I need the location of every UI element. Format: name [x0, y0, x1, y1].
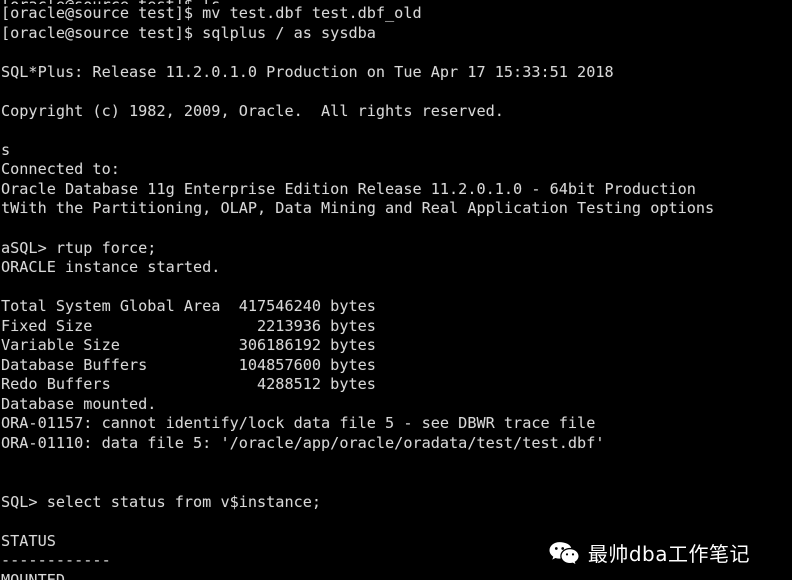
terminal-line: tWith the Partitioning, OLAP, Data Minin… — [1, 199, 715, 218]
terminal-line: Database Buffers 104857600 bytes — [1, 355, 376, 374]
terminal-line: aSQL> rtup force; — [1, 238, 157, 257]
terminal-line: ORA-01110: data file 5: '/oracle/app/ora… — [1, 434, 605, 453]
terminal-line: Redo Buffers 4288512 bytes — [1, 375, 376, 394]
terminal-line: SQL> select status from v$instance; — [1, 492, 322, 511]
terminal-line: [oracle@source test]$ sqlplus / as sysdb… — [1, 23, 376, 42]
terminal-line: Database mounted. — [1, 394, 157, 413]
terminal-line: Copyright (c) 1982, 2009, Oracle. All ri… — [1, 101, 504, 120]
terminal-window[interactable]: [oracle@source test]$ ls[oracle@source t… — [0, 0, 792, 580]
terminal-line: s — [1, 140, 11, 159]
terminal-line: Fixed Size 2213936 bytes — [1, 316, 376, 335]
terminal-line: [oracle@source test]$ mv test.dbf test.d… — [1, 4, 422, 22]
terminal-line: STATUS — [1, 531, 56, 550]
terminal-line: Total System Global Area 417546240 bytes — [1, 297, 376, 316]
terminal-line: MOUNTED — [1, 570, 66, 580]
terminal-line: Oracle Database 11g Enterprise Edition R… — [1, 179, 696, 198]
terminal-line: ------------ — [1, 551, 111, 570]
terminal-line: Variable Size 306186192 bytes — [1, 336, 376, 355]
terminal-line: Connected to: — [1, 160, 120, 179]
terminal-line: SQL*Plus: Release 11.2.0.1.0 Production … — [1, 62, 614, 81]
terminal-line: ORA-01157: cannot identify/lock data fil… — [1, 414, 596, 433]
terminal-output: [oracle@source test]$ ls[oracle@source t… — [0, 0, 792, 580]
terminal-line: ORACLE instance started. — [1, 258, 221, 277]
